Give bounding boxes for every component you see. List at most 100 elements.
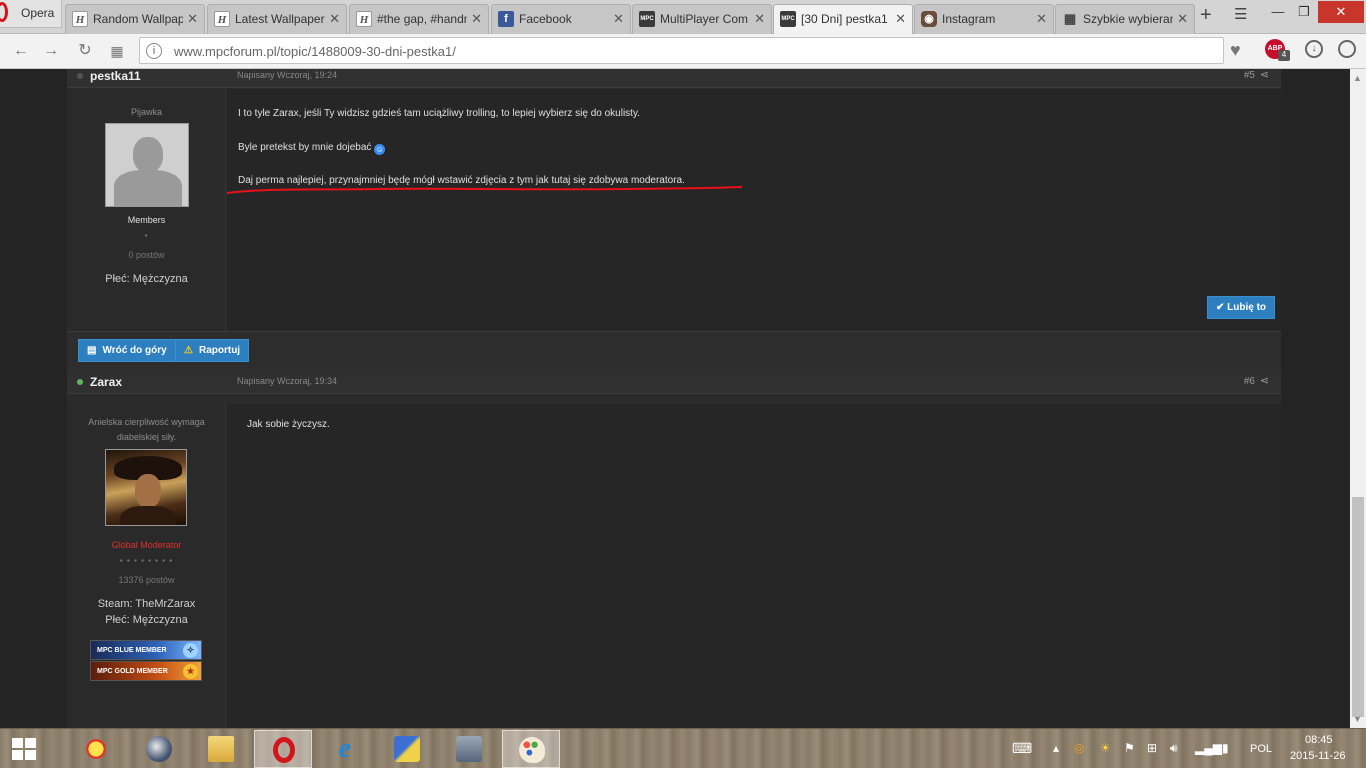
- online-status-icon: [77, 379, 83, 385]
- tab-latest-wallpapers[interactable]: H Latest Wallpapers ✕: [207, 4, 347, 34]
- tray-app-icon[interactable]: ◎: [1074, 741, 1084, 755]
- clock-time[interactable]: 08:45: [1305, 734, 1333, 746]
- warning-icon: ⚠: [184, 345, 193, 356]
- wallpaper-site-icon: H: [72, 11, 88, 27]
- tab-title: Szybkie wybieranie: [1083, 12, 1173, 26]
- tab-title: Instagram: [942, 12, 996, 26]
- instagram-icon: ◉: [921, 11, 937, 27]
- post-author[interactable]: pestka11: [90, 69, 141, 83]
- wifi-signal-icon[interactable]: ▂▄▆: [1195, 741, 1222, 755]
- taskbar-sun-app[interactable]: [67, 730, 125, 768]
- clock-date[interactable]: 2015-11-26: [1290, 750, 1345, 762]
- close-tab-icon[interactable]: ✕: [754, 11, 765, 27]
- tab-random-wallpapers[interactable]: H Random Wallpapers ✕: [65, 4, 205, 34]
- back-to-top-button[interactable]: ▤ Wróć do góry: [78, 339, 176, 362]
- close-tab-icon[interactable]: ✕: [471, 11, 482, 27]
- action-center-flag-icon[interactable]: ⚑: [1124, 741, 1135, 755]
- red-underline-annotation: [227, 186, 743, 194]
- rank-pips: ▪ ▪ ▪ ▪ ▪ ▪ ▪ ▪: [119, 556, 174, 565]
- close-tab-icon[interactable]: ✕: [1177, 11, 1188, 27]
- bookmark-heart-icon[interactable]: ♥: [1230, 40, 1241, 61]
- close-tab-icon[interactable]: ✕: [613, 11, 624, 27]
- lock-icon: [456, 736, 482, 762]
- account-icon[interactable]: [1338, 40, 1356, 58]
- adblock-count-badge: 4: [1278, 50, 1290, 61]
- sun-app-icon: [83, 736, 109, 762]
- tab-facebook[interactable]: f Facebook ✕: [491, 4, 631, 34]
- new-tab-button[interactable]: +: [1200, 4, 1212, 27]
- post-date: Napisany Wczoraj, 19:34: [237, 376, 338, 386]
- post-number[interactable]: #5: [1244, 70, 1255, 81]
- report-button[interactable]: ⚠ Raportuj: [175, 339, 250, 362]
- post-date: Napisany Wczoraj, 19:24: [237, 70, 338, 80]
- tab-the-gap[interactable]: H #the gap, #handm ✕: [349, 4, 489, 34]
- close-tab-icon[interactable]: ✕: [895, 11, 906, 27]
- tab-instagram[interactable]: ◉ Instagram ✕: [914, 4, 1054, 34]
- offline-status-icon: [77, 73, 83, 79]
- post-number[interactable]: #6: [1244, 376, 1255, 387]
- input-language[interactable]: POL: [1250, 743, 1272, 755]
- speed-dial-icon: ▦: [1063, 11, 1077, 26]
- url-field[interactable]: i www.mpcforum.pl/topic/1488009-30-dni-p…: [139, 37, 1224, 64]
- download-icon[interactable]: ↓: [1305, 40, 1323, 58]
- keyboard-icon[interactable]: ⌨: [1012, 740, 1032, 757]
- mpc-icon: MPC: [780, 11, 796, 27]
- facebook-icon: f: [498, 11, 514, 27]
- tab-30-dni-pestka[interactable]: MPC [30 Dni] pestka1 ✕: [773, 4, 913, 35]
- volume-icon[interactable]: 🔊︎: [1170, 741, 1178, 756]
- tab-multiplayer[interactable]: MPC MultiPlayer Com ✕: [632, 4, 772, 34]
- site-info-icon[interactable]: i: [146, 43, 162, 59]
- tab-title: #the gap, #handm: [377, 12, 467, 26]
- battery-icon[interactable]: ▮: [1222, 741, 1229, 755]
- taskbar-security-app[interactable]: [440, 730, 498, 768]
- taskbar-opera-app[interactable]: [254, 730, 312, 768]
- tray-expand-icon[interactable]: ▴: [1053, 741, 1059, 755]
- taskbar-network-app[interactable]: [378, 730, 436, 768]
- taskbar-explorer-app[interactable]: [192, 730, 250, 768]
- windows-tray-icon[interactable]: ⊞: [1147, 741, 1157, 755]
- tab-menu-icon[interactable]: ☰: [1234, 5, 1247, 23]
- taskbar-steam-app[interactable]: [130, 730, 188, 768]
- url-text[interactable]: www.mpcforum.pl/topic/1488009-30-dni-pes…: [174, 44, 456, 59]
- forum-page: pestka11 Napisany Wczoraj, 19:24 #5 ⋖ Pi…: [0, 69, 1350, 728]
- tab-speed-dial[interactable]: ▦ Szybkie wybieranie ✕: [1055, 4, 1195, 34]
- post-text-line: Jak sobie życzysz.: [247, 419, 330, 430]
- forward-arrow-icon[interactable]: →: [40, 40, 62, 62]
- tray-sun-icon[interactable]: ☀: [1100, 741, 1111, 755]
- back-arrow-icon[interactable]: ←: [10, 40, 32, 62]
- post-author[interactable]: Zarax: [90, 375, 122, 389]
- gold-member-badge: MPC GOLD MEMBER ★: [90, 661, 202, 681]
- close-window-button[interactable]: ✕: [1318, 1, 1364, 23]
- taskbar-paint-app[interactable]: [502, 730, 560, 768]
- post-text-line: Byle pretekst by mnie dojebać ☺: [238, 142, 386, 155]
- speed-dial-grid-icon[interactable]: ▦: [106, 40, 128, 62]
- wallpaper-site-icon: H: [214, 11, 230, 27]
- forum-post: Zarax Napisany Wczoraj, 19:34 #6 ⋖ Aniel…: [67, 369, 1281, 728]
- scroll-up-icon[interactable]: ▲: [1353, 73, 1362, 83]
- avatar[interactable]: [105, 123, 189, 207]
- opera-menu-button[interactable]: Opera: [0, 0, 62, 28]
- forum-post: pestka11 Napisany Wczoraj, 19:24 #5 ⋖ Pi…: [67, 69, 1281, 332]
- tab-title: Random Wallpapers: [93, 12, 183, 26]
- share-icon[interactable]: ⋖: [1260, 374, 1269, 387]
- taskbar-ie-app[interactable]: e: [316, 730, 374, 768]
- scroll-down-icon[interactable]: ▼: [1353, 714, 1362, 724]
- close-tab-icon[interactable]: ✕: [1036, 11, 1047, 27]
- browser-tab-strip: Opera H Random Wallpapers ✕ H Latest Wal…: [0, 0, 1366, 35]
- star-icon: ★: [183, 664, 198, 679]
- user-title: Pijawka: [130, 107, 162, 117]
- avatar[interactable]: [105, 449, 187, 526]
- profile-field: Steam: TheMrZarax: [97, 598, 196, 610]
- smiley-icon: ☺: [374, 144, 386, 155]
- reload-icon[interactable]: ↻: [74, 40, 96, 62]
- wallpaper-site-icon: H: [356, 11, 372, 27]
- like-button[interactable]: ✔ Lubię to: [1207, 296, 1276, 319]
- post-header: pestka11 Napisany Wczoraj, 19:24 #5 ⋖: [67, 69, 1281, 88]
- close-tab-icon[interactable]: ✕: [187, 11, 198, 27]
- page-scrollbar[interactable]: ▲ ▼: [1350, 69, 1366, 728]
- tab-title: [30 Dni] pestka1: [801, 12, 888, 26]
- scrollbar-thumb[interactable]: [1352, 497, 1364, 717]
- windows-start-icon[interactable]: [12, 738, 38, 762]
- share-icon[interactable]: ⋖: [1260, 69, 1269, 81]
- close-tab-icon[interactable]: ✕: [329, 11, 340, 27]
